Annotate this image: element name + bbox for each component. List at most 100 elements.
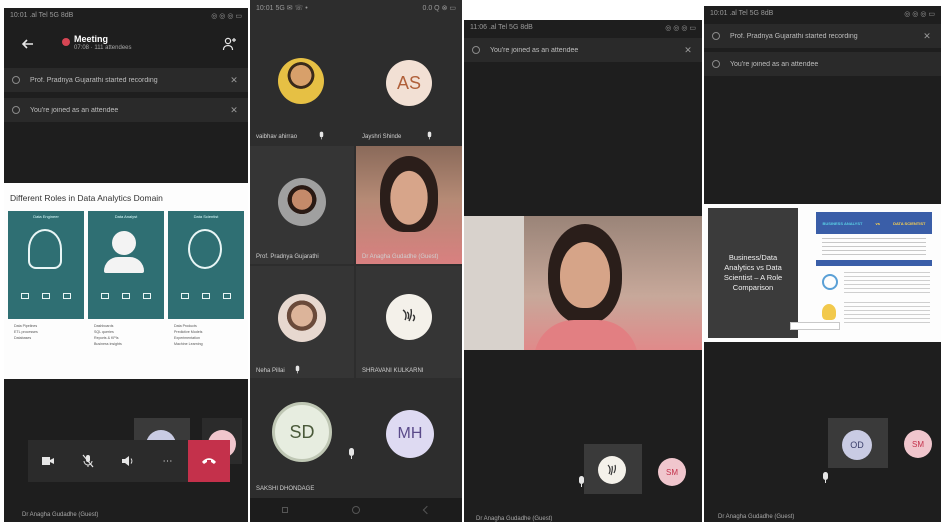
mic-icon <box>822 472 829 483</box>
self-preview[interactable] <box>584 444 642 494</box>
close-icon[interactable]: ✕ <box>682 45 694 56</box>
avatar[interactable]: SM <box>904 430 932 458</box>
status-right: 0.0 Q ⊗ ▭ <box>422 5 457 12</box>
profile-photo <box>278 294 326 342</box>
attendee-notice: You're joined as an attendee <box>704 52 941 76</box>
meeting-header: Meeting 07:08 · 111 attendees <box>4 26 248 62</box>
mic-muted-icon[interactable] <box>68 440 108 482</box>
close-icon[interactable]: ✕ <box>228 105 240 116</box>
participant-tile[interactable]: Prof. Pradnya Gujarathi <box>250 146 354 264</box>
status-bar: 10:01 .al Tel 5G 8dB ◎ ◎ ◎ ▭ <box>10 12 242 24</box>
mic-icon <box>348 448 355 459</box>
speaker-shirt <box>534 320 638 350</box>
meeting-title: Meeting <box>74 34 109 44</box>
recording-notice: Prof. Pradnya Gujarathi started recordin… <box>4 68 248 92</box>
meeting-screen-4: 10:01 .al Tel 5G 8dB ◎ ◎ ◎ ▭ Prof. Pradn… <box>704 6 941 522</box>
avatar: AS <box>386 60 432 106</box>
engineer-icon <box>28 229 62 269</box>
role-heading: Data Scientist <box>193 214 219 219</box>
slide-title: Business/Data Analytics vs Data Scientis… <box>723 253 783 292</box>
avatar[interactable]: SM <box>658 458 686 486</box>
slide-columns: Data Engineer Data Analyst Data Scientis… <box>8 211 244 319</box>
tool-icons <box>14 293 78 303</box>
slide-text-lines <box>844 302 930 326</box>
notice-text: You're joined as an attendee <box>30 106 119 114</box>
participant-name: Dr Anagha Gudadhe (Guest) <box>362 254 439 260</box>
attendee-notice: You're joined as an attendee ✕ <box>464 38 702 62</box>
call-controls: ⋯ <box>28 440 230 482</box>
record-icon <box>62 38 70 46</box>
speaker-face <box>560 242 610 308</box>
bullet: Business insights <box>94 342 122 346</box>
nav-home-icon[interactable] <box>352 506 360 514</box>
avatar: OD <box>842 430 872 460</box>
self-preview[interactable]: OD <box>828 418 888 468</box>
status-left: 11:06 .al Tel 5G 8dB <box>470 24 533 31</box>
participant-tile[interactable]: MH <box>356 380 462 496</box>
lightbulb-icon <box>822 304 836 320</box>
meeting-subtitle: 07:08 · 111 attendees <box>74 45 132 51</box>
avatar: MH <box>386 410 434 458</box>
participant-tile[interactable]: Neha Pillai <box>250 266 354 378</box>
status-left: 10:01 .al Tel 5G 8dB <box>710 10 774 17</box>
participant-name: Prof. Pradnya Gujarathi <box>256 254 319 260</box>
nav-back-icon[interactable] <box>422 505 432 515</box>
status-right: ◎ ◎ ◎ ▭ <box>904 11 935 18</box>
camera-icon[interactable] <box>28 440 68 482</box>
profile-photo <box>278 178 326 226</box>
profile-photo <box>598 456 626 484</box>
nav-recents-icon[interactable] <box>282 507 288 513</box>
participant-tile[interactable]: SD SAKSHI DHONDAGE <box>250 380 354 496</box>
bottom-participant-name: Dr Anagha Gudadhe (Guest) <box>718 514 795 520</box>
participant-name: Jayshri Shinde <box>362 134 402 140</box>
bottom-participant-name: Dr Anagha Gudadhe (Guest) <box>476 516 553 522</box>
mic-icon <box>295 365 300 374</box>
participant-tile[interactable]: AS Jayshri Shinde <box>356 22 462 144</box>
profile-photo <box>386 294 432 340</box>
close-icon[interactable]: ✕ <box>921 31 933 42</box>
people-icon[interactable] <box>222 36 238 52</box>
more-icon[interactable]: ⋯ <box>148 440 188 482</box>
participant-name: SHRAVANI KULKARNI <box>362 368 424 374</box>
role-card-scientist: Data Scientist <box>168 211 244 319</box>
speaker-video[interactable] <box>464 216 702 350</box>
info-icon <box>12 76 20 84</box>
status-left: 10:01 .al Tel 5G 8dB <box>10 12 74 19</box>
bottom-participant-name: Dr Anagha Gudadhe (Guest) <box>22 512 99 518</box>
slide-section-bar <box>816 260 932 266</box>
mic-icon <box>319 131 324 140</box>
role-card-analyst: Data Analyst <box>88 211 164 319</box>
status-bar: 11:06 .al Tel 5G 8dB ◎ ◎ ◎ ▭ <box>470 24 696 36</box>
speaker-icon[interactable] <box>108 440 148 482</box>
shared-slide: Business/Data Analytics vs Data Scientis… <box>704 204 941 342</box>
analyst-icon <box>112 231 136 255</box>
avatar: SD <box>272 402 332 462</box>
bullet: Machine Learning <box>174 342 203 346</box>
meeting-screen-3: 11:06 .al Tel 5G 8dB ◎ ◎ ◎ ▭ You're join… <box>464 20 702 522</box>
tool-icons <box>94 293 158 303</box>
hang-up-icon[interactable] <box>188 440 230 482</box>
slide-title-box: Business/Data Analytics vs Data Scientis… <box>708 208 798 338</box>
notice-text: You're joined as an attendee <box>490 46 579 54</box>
attendee-notice: You're joined as an attendee ✕ <box>4 98 248 122</box>
slide-banner: BUSINESS ANALYST vs DATA SCIENTIST <box>816 212 932 234</box>
status-bar: 10:01 .al Tel 5G 8dB ◎ ◎ ◎ ▭ <box>710 10 935 22</box>
notice-text: Prof. Pradnya Gujarathi started recordin… <box>730 32 858 40</box>
status-bar: 10:01 5G ✉ ☏ • 0.0 Q ⊗ ▭ <box>256 4 456 16</box>
slide-text-lines <box>822 238 926 256</box>
scientist-icon <box>188 229 222 269</box>
participant-tile[interactable]: SHRAVANI KULKARNI <box>356 266 462 378</box>
participant-name: SAKSHI DHONDAGE <box>256 486 315 492</box>
arrow-left-icon[interactable] <box>20 36 36 52</box>
banner-left: BUSINESS ANALYST <box>822 220 863 226</box>
notice-text: Prof. Pradnya Gujarathi started recordin… <box>30 76 158 84</box>
participant-tile[interactable]: vaibhav ahirrao <box>250 22 354 144</box>
banner-right: DATA SCIENTIST <box>893 220 926 226</box>
role-heading: Data Engineer <box>33 214 59 219</box>
participant-name: Neha Pillai <box>256 368 285 374</box>
video-tile[interactable]: Dr Anagha Gudadhe (Guest) <box>356 146 462 264</box>
status-left: 10:01 5G ✉ ☏ • <box>256 5 308 12</box>
profile-photo <box>278 58 324 104</box>
close-icon[interactable]: ✕ <box>228 75 240 86</box>
mic-icon <box>427 131 432 140</box>
